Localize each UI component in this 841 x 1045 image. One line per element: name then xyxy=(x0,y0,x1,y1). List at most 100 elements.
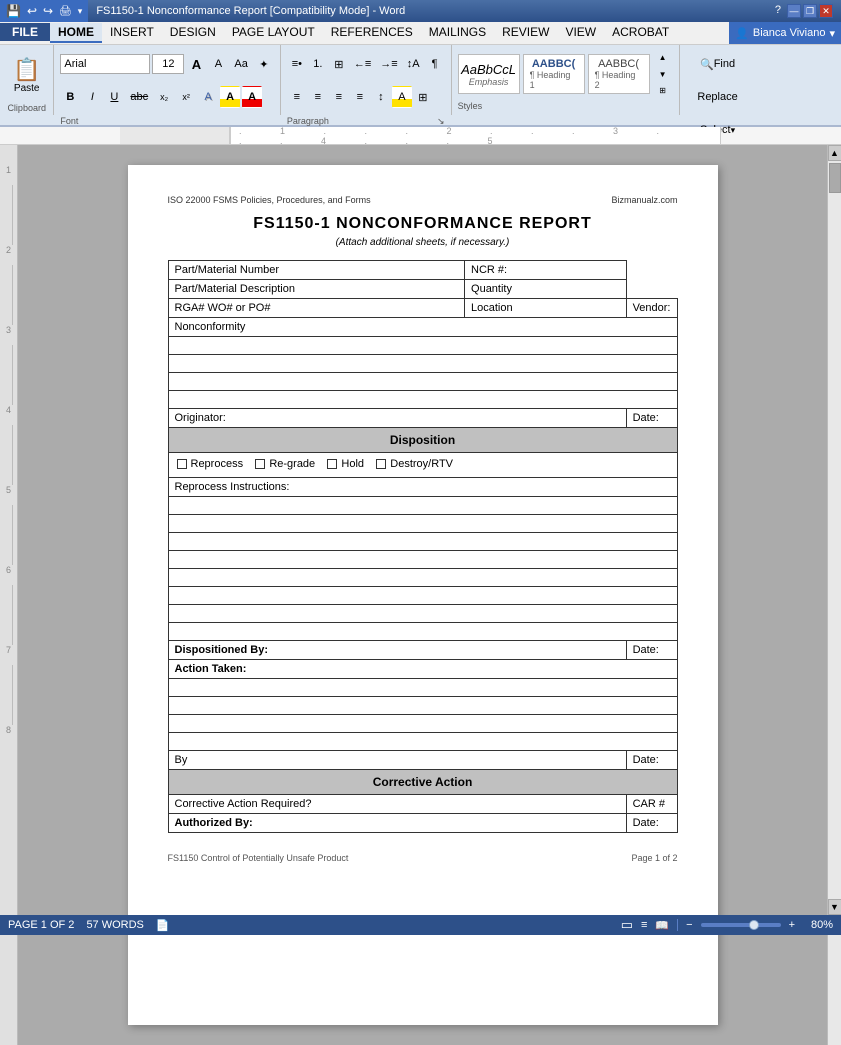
menu-design[interactable]: DESIGN xyxy=(162,23,224,41)
reprocess-checkbox[interactable]: Reprocess xyxy=(177,458,244,470)
multilevel-button[interactable]: ⊞ xyxy=(329,53,349,75)
menu-acrobat[interactable]: ACROBAT xyxy=(604,23,677,41)
bold-button[interactable]: B xyxy=(60,86,80,108)
borders-button[interactable]: ⊞ xyxy=(413,86,433,108)
decrease-indent-button[interactable]: ←≡ xyxy=(350,53,375,75)
styles-more[interactable]: ⊞ xyxy=(653,82,673,99)
shrink-font-button[interactable]: A xyxy=(208,53,228,75)
corrective-action-header: Corrective Action xyxy=(168,770,677,795)
word-count: 57 WORDS xyxy=(86,919,143,931)
change-case-button[interactable]: Aa xyxy=(230,53,251,75)
menu-mailings[interactable]: MAILINGS xyxy=(421,23,494,41)
text-effects-button[interactable]: A xyxy=(198,86,218,108)
zoom-out-button[interactable]: − xyxy=(686,919,692,931)
user-info: 👤 Bianca Viviano ▾ xyxy=(729,22,841,44)
styles-scroll-down[interactable]: ▼ xyxy=(653,66,673,83)
italic-button[interactable]: I xyxy=(82,86,102,108)
menu-insert[interactable]: INSERT xyxy=(102,23,162,41)
window-controls: ? — ❐ ✕ xyxy=(771,4,833,18)
page-indicator: PAGE 1 OF 2 xyxy=(8,919,74,931)
page-layout-icon[interactable]: 📄 xyxy=(156,919,170,932)
footer-left: FS1150 Control of Potentially Unsafe Pro… xyxy=(168,853,349,863)
zoom-slider[interactable] xyxy=(701,923,781,927)
print-icon[interactable]: 🖨 xyxy=(57,6,74,17)
minimize-button[interactable]: — xyxy=(787,4,801,18)
redo-icon[interactable]: ↪ xyxy=(41,4,55,18)
table-row xyxy=(168,715,677,733)
align-center-button[interactable]: ≡ xyxy=(308,86,328,108)
regrade-checkbox[interactable]: Re-grade xyxy=(255,458,315,470)
clear-format-button[interactable]: ✦ xyxy=(254,53,274,75)
table-row: Part/Material Number NCR #: xyxy=(168,261,677,280)
menu-review[interactable]: REVIEW xyxy=(494,23,557,41)
view-web-button[interactable]: ≡ xyxy=(641,919,647,931)
bullets-button[interactable]: ≡• xyxy=(287,53,307,75)
style-emphasis[interactable]: AaBbCcL Emphasis xyxy=(458,54,520,94)
undo-icon[interactable]: ↩ xyxy=(25,4,39,18)
menu-view[interactable]: VIEW xyxy=(557,23,604,41)
align-right-button[interactable]: ≡ xyxy=(329,86,349,108)
shading-button[interactable]: A xyxy=(392,86,412,108)
document-area: ISO 22000 FSMS Policies, Procedures, and… xyxy=(18,145,827,1045)
hold-checkbox[interactable]: Hold xyxy=(327,458,364,470)
font-name-input[interactable] xyxy=(60,54,150,74)
table-row xyxy=(168,373,677,391)
menu-page-layout[interactable]: PAGE LAYOUT xyxy=(224,23,323,41)
customize-qat-icon[interactable]: ▾ xyxy=(76,6,85,17)
show-para-button[interactable]: ¶ xyxy=(425,53,445,75)
help-button[interactable]: ? xyxy=(771,4,785,18)
grow-font-button[interactable]: A xyxy=(186,53,206,75)
find-button[interactable]: 🔍 Find xyxy=(688,53,748,75)
save-icon[interactable]: 💾 xyxy=(4,4,23,18)
strikethrough-button[interactable]: abc xyxy=(126,86,152,108)
form-table: Part/Material Number NCR #: Part/Materia… xyxy=(168,260,678,833)
view-print-button[interactable]: ▭ xyxy=(621,917,633,933)
app-title: FS1150-1 Nonconformance Report [Compatib… xyxy=(96,5,405,17)
ruler: . 1 . . . 2 . . . 3 . . . 4 . . . 5 xyxy=(0,127,841,145)
underline-button[interactable]: U xyxy=(104,86,124,108)
authorized-date-label: Date: xyxy=(626,814,677,833)
table-row: Reprocess Re-grade Hold xyxy=(168,453,677,478)
ribbon-paragraph-section: ≡• 1. ⊞ ←≡ →≡ ↕A ¶ ≡ ≡ ≡ ≡ ↕ A ⊞ Paragra… xyxy=(281,45,452,115)
zoom-level[interactable]: 80% xyxy=(803,919,833,931)
justify-button[interactable]: ≡ xyxy=(350,86,370,108)
superscript-button[interactable]: x² xyxy=(176,86,196,108)
align-left-button[interactable]: ≡ xyxy=(287,86,307,108)
table-row: Disposition xyxy=(168,428,677,453)
vertical-scrollbar[interactable]: ▲ ▼ xyxy=(827,145,841,1045)
font-size-input[interactable] xyxy=(152,54,184,74)
menu-home[interactable]: HOME xyxy=(50,23,102,43)
location-label: Location xyxy=(465,299,627,318)
font-label: Font xyxy=(60,114,273,126)
table-row xyxy=(168,623,677,641)
restore-button[interactable]: ❐ xyxy=(803,4,817,18)
styles-scroll-up[interactable]: ▲ xyxy=(653,49,673,66)
destroy-checkbox[interactable]: Destroy/RTV xyxy=(376,458,453,470)
vendor-label: Vendor: xyxy=(626,299,677,318)
view-read-button[interactable]: 📖 xyxy=(655,919,669,932)
highlight-button[interactable]: A xyxy=(220,86,240,108)
subscript-button[interactable]: x₂ xyxy=(154,86,174,108)
quick-access-toolbar: 💾 ↩ ↪ 🖨 ▾ xyxy=(0,0,88,22)
style-heading1[interactable]: AABBC( ¶ Heading 1 xyxy=(523,54,585,94)
table-row: Part/Material Description Quantity xyxy=(168,280,677,299)
line-spacing-button[interactable]: ↕ xyxy=(371,86,391,108)
scroll-up-button[interactable]: ▲ xyxy=(828,145,841,161)
style-heading2[interactable]: AABBC( ¶ Heading 2 xyxy=(588,54,650,94)
numbering-button[interactable]: 1. xyxy=(308,53,328,75)
scroll-thumb[interactable] xyxy=(829,163,841,193)
table-row: Action Taken: xyxy=(168,660,677,679)
sort-button[interactable]: ↕A xyxy=(403,53,424,75)
increase-indent-button[interactable]: →≡ xyxy=(376,53,401,75)
paste-button[interactable]: 📋 Paste xyxy=(6,49,47,101)
menu-references[interactable]: REFERENCES xyxy=(323,23,421,41)
zoom-in-button[interactable]: + xyxy=(789,919,795,931)
regrade-box xyxy=(255,459,265,469)
menu-file[interactable]: FILE xyxy=(0,23,50,41)
table-row: RGA# WO# or PO# Location Vendor: xyxy=(168,299,677,318)
font-color-button[interactable]: A xyxy=(242,86,262,108)
scroll-down-button[interactable]: ▼ xyxy=(828,899,841,915)
replace-button[interactable]: Replace xyxy=(688,86,748,108)
close-button[interactable]: ✕ xyxy=(819,4,833,18)
table-row xyxy=(168,355,677,373)
